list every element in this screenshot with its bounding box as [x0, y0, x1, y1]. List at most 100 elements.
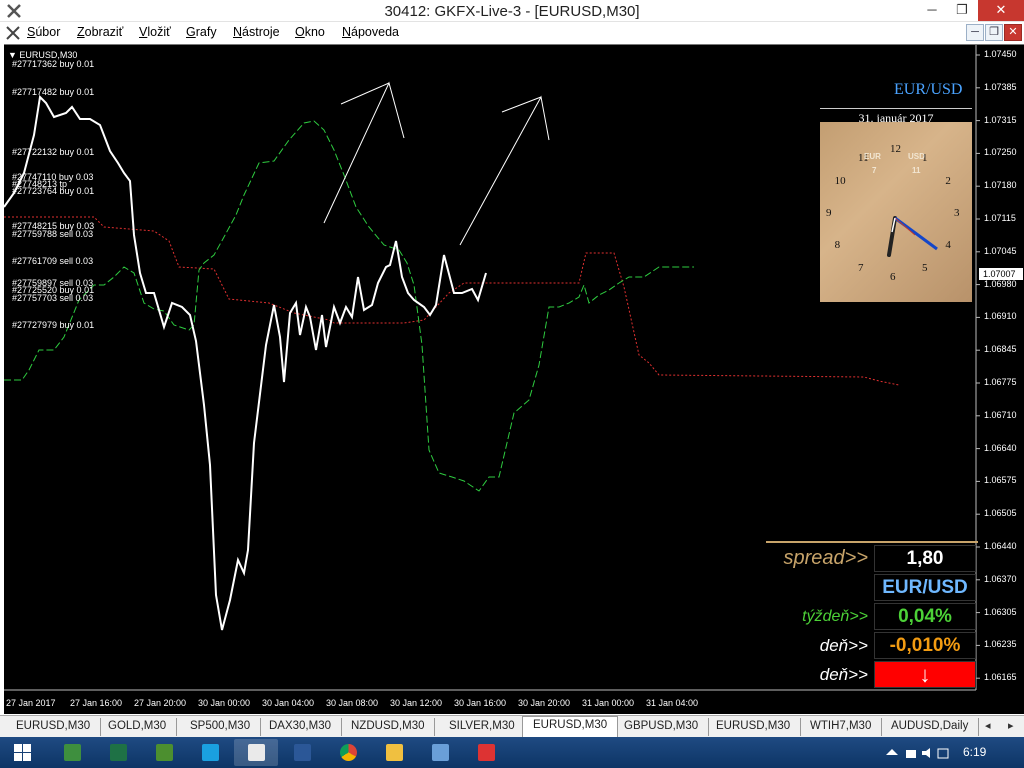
price-tick-label: 1.06440 [984, 541, 1017, 551]
price-tick-label: 1.06980 [984, 278, 1017, 289]
price-tick-label: 1.07180 [984, 180, 1017, 191]
battery-icon [937, 748, 949, 759]
menu-okno[interactable]: Okno [295, 25, 325, 39]
window-title: 30412: GKFX-Live-3 - [EURUSD,M30] [384, 3, 640, 20]
mdi-restore-button[interactable]: ❐ [985, 24, 1003, 41]
clock-face: 12 1 2 3 4 5 6 7 8 9 10 11 EUR 7 USD 11 [820, 122, 972, 302]
red-dotted-line [4, 216, 900, 386]
minute-hand [894, 216, 938, 251]
price-tick-label: 1.06710 [984, 409, 1017, 420]
windows-start-taskbar-button[interactable] [0, 739, 44, 766]
time-tick-label: 30 Jan 16:00 [454, 698, 507, 708]
time-tick-label: 30 Jan 20:00 [518, 698, 571, 708]
globe-app-taskbar-button[interactable] [142, 739, 186, 766]
tab-chart[interactable]: DAX30,M30 [259, 718, 343, 736]
tab-chart[interactable]: EURUSD,M30 [522, 716, 619, 737]
app-icon [432, 744, 449, 761]
day2-label: deň>> [819, 665, 868, 684]
globe-app-icon [156, 744, 173, 761]
price-tick-label: 1.07385 [984, 81, 1017, 92]
price-tick-label: 1.07250 [984, 147, 1017, 158]
skype-taskbar-button[interactable] [188, 739, 232, 766]
explorer-app-taskbar-button[interactable] [50, 739, 94, 766]
mdi-close-button[interactable]: ✕ [1004, 24, 1022, 41]
menu-nástroje[interactable]: Nástroje [233, 25, 280, 39]
trend-arrow-2 [459, 95, 550, 246]
order-label: #27723764 buy 0.01 [12, 186, 95, 196]
time-tick-label: 27 Jan 16:00 [70, 698, 123, 708]
time-tick-label: 30 Jan 00:00 [198, 698, 251, 708]
week-value: 0,04% [874, 603, 976, 630]
price-chart[interactable]: ▼ EURUSD,M30 #27717362 buy 0.01 #27717482… [4, 44, 1024, 714]
order-label: #27761709 sell 0.03 [12, 256, 94, 266]
price-tick-label: 1.07045 [984, 245, 1017, 256]
green-dashed-line [4, 120, 694, 492]
chart-window-icon[interactable] [6, 26, 20, 40]
time-tick-label: 30 Jan 04:00 [262, 698, 315, 708]
app-taskbar-button[interactable] [418, 739, 462, 766]
mdi-minimize-button[interactable]: ─ [966, 24, 984, 41]
tab-chart[interactable]: AUDUSD,Daily [881, 718, 980, 736]
title-bar: 30412: GKFX-Live-3 - [EURUSD,M30] ─ ❐ ✕ [0, 0, 1024, 22]
price-tick-label: 1.06235 [984, 639, 1017, 650]
trend-arrow-1-head [340, 82, 390, 105]
app-dots-icon [478, 744, 495, 761]
menu-vložiť[interactable]: Vložiť [139, 25, 171, 39]
trend-arrow-1 [323, 81, 405, 224]
tab-chart[interactable]: EURUSD,M30 [706, 718, 802, 736]
pair-value: EUR/USD [874, 574, 976, 601]
menu-súbor[interactable]: Súbor [27, 25, 60, 39]
spread-value: 1,80 [874, 545, 976, 572]
price-tick-label: 1.07450 [984, 49, 1017, 59]
time-tick-label: 27 Jan 20:00 [134, 698, 187, 708]
tray-chevron-icon [886, 749, 898, 755]
close-button[interactable]: ✕ [978, 0, 1024, 21]
price-tick-label: 1.06910 [984, 311, 1017, 322]
network-icon [906, 750, 916, 758]
tray-icons[interactable] [886, 747, 956, 759]
excel-taskbar-button[interactable] [96, 739, 140, 766]
minimize-button[interactable]: ─ [916, 0, 948, 21]
app-dots-taskbar-button[interactable] [464, 739, 508, 766]
word-taskbar-button[interactable] [280, 739, 324, 766]
volume-icon [922, 748, 930, 758]
maximize-button[interactable]: ❐ [946, 0, 978, 21]
tab-chart[interactable]: GOLD,M30 [98, 718, 178, 736]
menu-grafy[interactable]: Grafy [186, 25, 217, 39]
tab-chart[interactable]: SILVER,M30 [439, 718, 526, 736]
week-label: týždeň>> [802, 608, 868, 625]
menu-zobraziť[interactable]: Zobraziť [77, 25, 123, 39]
file-explorer-taskbar-button[interactable] [372, 739, 416, 766]
metatrader-icon [248, 744, 265, 761]
tab-chart[interactable]: EURUSD,M30 [6, 718, 102, 736]
day-label: deň>> [819, 636, 868, 655]
file-explorer-icon [386, 744, 403, 761]
tab-chart[interactable]: SP500,M30 [180, 718, 262, 736]
windows-start-icon [14, 744, 31, 761]
price-tick-label: 1.06775 [984, 377, 1017, 387]
metatrader-taskbar-button[interactable] [234, 739, 278, 766]
pair-title: EUR/USD [894, 81, 963, 98]
time-tick-label: 30 Jan 12:00 [390, 698, 443, 708]
day-value: -0,010% [874, 632, 976, 659]
time-tick-label: 30 Jan 08:00 [326, 698, 379, 708]
info-panel: spread>> 1,80 EUR/USD týždeň>> 0,04% deň… [766, 541, 978, 691]
clock-time[interactable]: 6:19 [963, 745, 986, 759]
current-price-label: 1.07007 [979, 268, 1023, 280]
tab-chart[interactable]: NZDUSD,M30 [341, 718, 436, 736]
time-tick-label: 27 Jan 2017 [6, 698, 56, 708]
price-tick-label: 1.06370 [984, 573, 1017, 584]
tab-prev-icon[interactable]: ◂ [985, 719, 991, 732]
chrome-taskbar-button[interactable] [326, 739, 370, 766]
tab-next-icon[interactable]: ▸ [1008, 719, 1014, 732]
skype-icon [202, 744, 219, 761]
clock-hands [887, 216, 938, 257]
tab-chart[interactable]: GBPUSD,M30 [614, 718, 710, 736]
menu-nápoveda[interactable]: Nápoveda [342, 25, 399, 39]
tab-chart[interactable]: WTIH7,M30 [800, 718, 883, 736]
order-label: #27722132 buy 0.01 [12, 147, 95, 157]
chrome-icon [340, 744, 357, 761]
price-tick-label: 1.06505 [984, 508, 1017, 519]
word-icon [294, 744, 311, 761]
chart-tabs: EURUSD,M30 GOLD,M30 SP500,M30 DAX30,M30 NZDU… [0, 715, 1024, 737]
